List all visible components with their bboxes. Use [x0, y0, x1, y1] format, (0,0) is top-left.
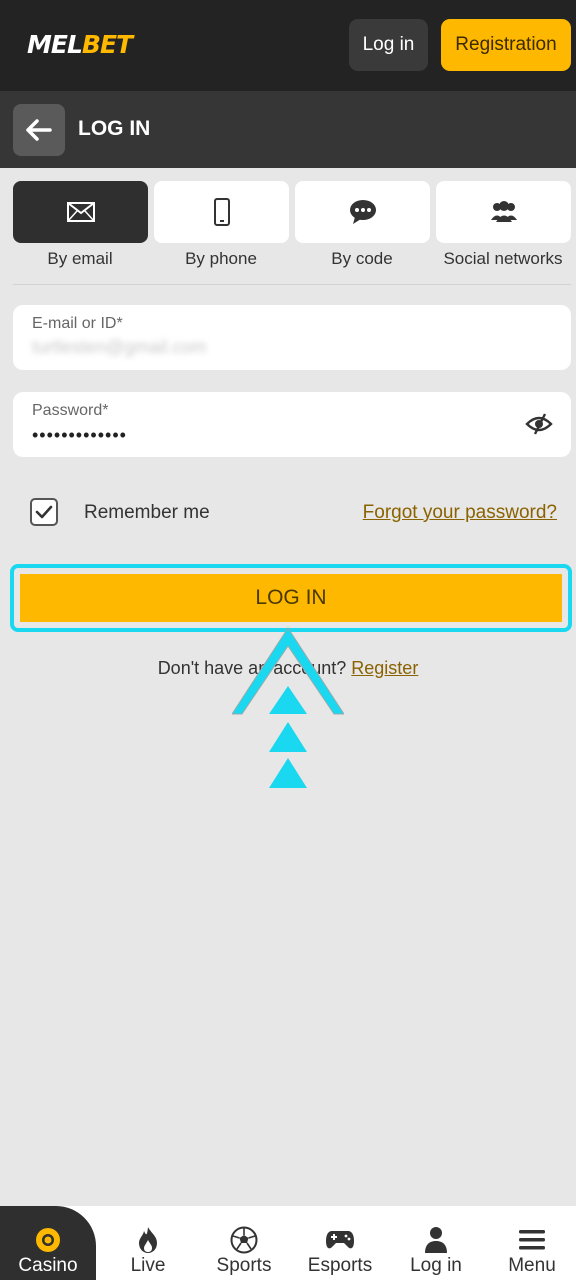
forgot-password-link[interactable]: Forgot your password?	[363, 502, 557, 524]
soccer-ball-icon	[230, 1226, 258, 1254]
remember-me-checkbox[interactable]	[30, 498, 58, 526]
nav-label-live: Live	[130, 1255, 166, 1276]
nav-item-login[interactable]: Log in	[388, 1206, 484, 1280]
tab-label-by-code: By code	[331, 249, 393, 268]
email-field[interactable]: E-mail or ID* turtlesten@gmail.com	[13, 305, 571, 370]
gamepad-icon	[326, 1231, 354, 1249]
nav-label-esports: Esports	[307, 1255, 373, 1276]
back-button[interactable]	[13, 104, 65, 156]
nav-item-sports[interactable]: Sports	[196, 1206, 292, 1280]
nav-label-menu: Menu	[508, 1255, 556, 1276]
page-title: LOG IN	[78, 117, 151, 140]
login-button[interactable]: LOG IN	[20, 574, 562, 622]
pointer-arrows-overlay	[232, 627, 344, 788]
nav-label-sports: Sports	[216, 1255, 272, 1276]
password-field-value: •••••••••••••	[32, 425, 127, 445]
nav-item-casino[interactable]: Casino	[0, 1206, 96, 1280]
register-link[interactable]: Register	[351, 658, 418, 678]
tab-by-code[interactable]	[295, 181, 430, 243]
tab-label-by-phone: By phone	[185, 249, 257, 268]
nav-item-esports[interactable]: Esports	[292, 1206, 388, 1280]
nav-item-menu[interactable]: Menu	[484, 1206, 576, 1280]
hamburger-menu-icon	[519, 1230, 545, 1250]
tab-by-phone[interactable]	[154, 181, 289, 243]
tab-by-email[interactable]	[13, 181, 148, 243]
arrow-left-icon	[26, 119, 52, 141]
password-field[interactable]: Password* •••••••••••••	[13, 392, 571, 457]
email-field-value: turtlesten@gmail.com	[32, 337, 207, 357]
header-registration-button[interactable]: Registration	[441, 19, 571, 71]
top-bar: MELBET Log in Registration	[0, 0, 576, 91]
nav-label-login: Log in	[410, 1255, 462, 1276]
remember-me-label[interactable]: Remember me	[84, 502, 210, 524]
melbet-logo[interactable]: MELBET	[27, 30, 133, 59]
user-icon	[425, 1227, 447, 1253]
nav-label-casino: Casino	[18, 1255, 78, 1276]
checkmark-icon	[35, 505, 53, 519]
casino-chip-icon	[36, 1228, 60, 1252]
password-field-label: Password*	[32, 402, 109, 419]
phone-icon	[213, 198, 230, 226]
tab-social-networks[interactable]	[436, 181, 571, 243]
envelope-icon	[66, 202, 95, 222]
page-header: LOG IN	[0, 91, 576, 168]
nav-item-live[interactable]: Live	[100, 1206, 196, 1280]
eye-slash-icon[interactable]	[525, 412, 553, 441]
tab-label-social-networks: Social networks	[443, 249, 563, 268]
tab-label-by-email: By email	[47, 249, 113, 268]
email-field-label: E-mail or ID*	[32, 315, 123, 332]
flame-icon	[139, 1227, 157, 1253]
divider	[13, 284, 571, 285]
chat-icon	[349, 200, 376, 224]
bottom-nav: Casino Live Sports Esports Log in Menu	[0, 1206, 576, 1280]
header-login-button[interactable]: Log in	[349, 19, 428, 71]
users-icon	[490, 201, 517, 222]
